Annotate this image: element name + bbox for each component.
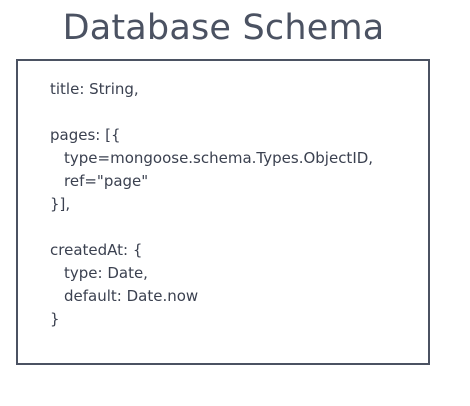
schema-line-pages-open: pages: [{ xyxy=(50,126,121,144)
diagram-title: Database Schema xyxy=(62,8,385,48)
schema-line-pages-ref: ref="page" xyxy=(64,172,149,190)
schema-line-createdat-open: createdAt: { xyxy=(50,241,143,259)
schema-line-pages-type: type=mongoose.schema.Types.ObjectID, xyxy=(64,149,374,167)
schema-line-title: title: String, xyxy=(50,80,139,98)
schema-line-createdat-close: } xyxy=(50,310,60,328)
schema-box: title: String, pages: [{ type=mongoose.s… xyxy=(16,59,430,365)
schema-line-createdat-default: default: Date.now xyxy=(64,287,199,305)
schema-line-createdat-type: type: Date, xyxy=(64,264,148,282)
schema-line-pages-close: }], xyxy=(50,195,71,213)
